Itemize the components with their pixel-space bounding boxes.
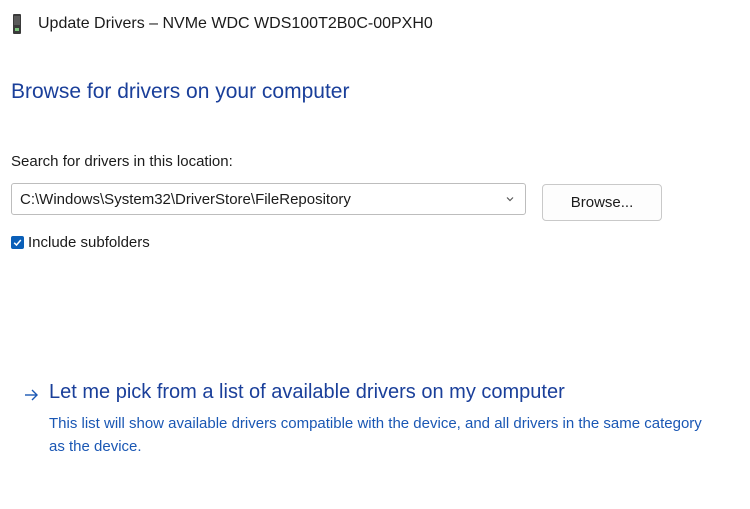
search-location-label: Search for drivers in this location: xyxy=(11,153,233,170)
drive-icon xyxy=(12,14,22,34)
arrow-right-icon[interactable] xyxy=(23,387,39,403)
include-subfolders-checkbox[interactable] xyxy=(11,236,24,249)
checkmark-icon xyxy=(13,239,22,247)
pick-from-list-link[interactable]: Let me pick from a list of available dri… xyxy=(49,381,565,404)
title-bar: Update Drivers – NVMe WDC WDS100T2B0C-00… xyxy=(12,12,433,36)
chevron-down-icon[interactable] xyxy=(503,192,517,206)
pick-from-list-description: This list will show available drivers co… xyxy=(49,415,702,455)
page-heading: Browse for drivers on your computer xyxy=(11,80,350,103)
browse-button[interactable]: Browse... xyxy=(542,184,662,221)
update-drivers-window: Update Drivers – NVMe WDC WDS100T2B0C-00… xyxy=(0,0,750,509)
window-title: Update Drivers – NVMe WDC WDS100T2B0C-00… xyxy=(38,15,433,32)
search-location-combobox[interactable]: C:\Windows\System32\DriverStore\FileRepo… xyxy=(11,183,526,215)
include-subfolders-label[interactable]: Include subfolders xyxy=(28,234,150,251)
search-location-input[interactable]: C:\Windows\System32\DriverStore\FileRepo… xyxy=(12,191,503,208)
include-subfolders-option[interactable]: Include subfolders xyxy=(11,234,150,251)
